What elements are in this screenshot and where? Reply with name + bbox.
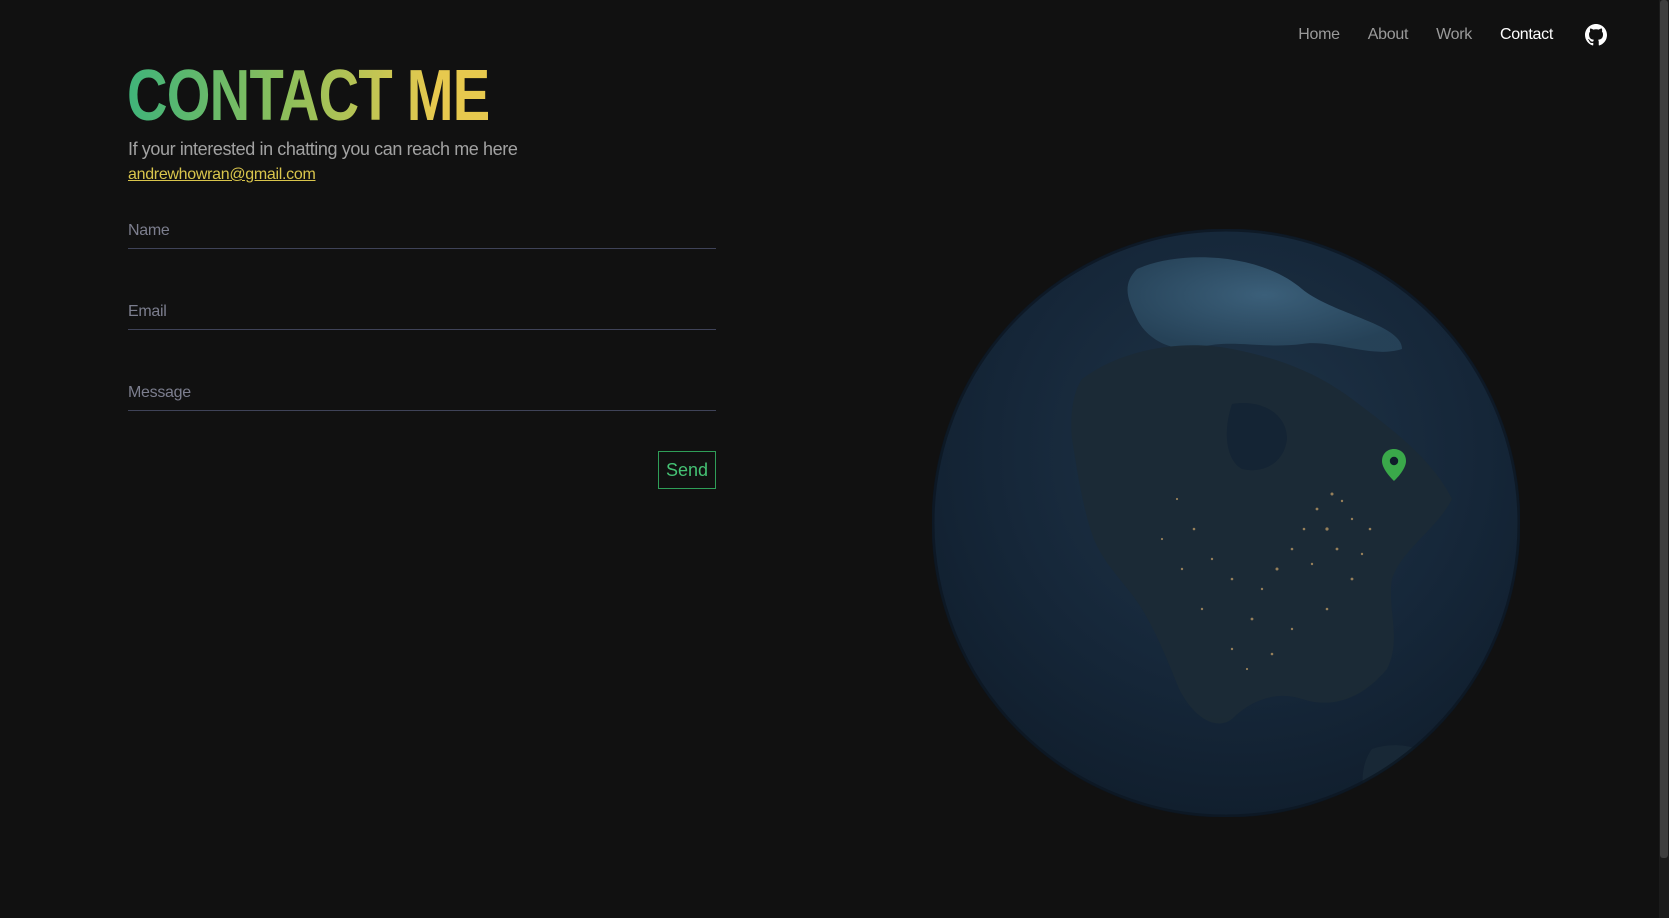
nav-about[interactable]: About (1368, 26, 1409, 44)
name-field (128, 222, 716, 249)
name-input[interactable] (128, 222, 716, 248)
nav-home[interactable]: Home (1298, 26, 1340, 44)
github-icon[interactable] (1585, 24, 1607, 46)
email-input[interactable] (128, 303, 716, 329)
globe-graphic (932, 229, 1520, 817)
scrollbar-thumb[interactable] (1660, 0, 1668, 858)
nav-work[interactable]: Work (1436, 26, 1472, 44)
send-button[interactable]: Send (658, 451, 716, 489)
contact-page: Home About Work Contact CONTACT ME If yo… (0, 0, 1669, 918)
nav-contact[interactable]: Contact (1500, 26, 1553, 44)
top-nav: Home About Work Contact (1270, 24, 1607, 46)
earth-globe[interactable] (932, 229, 1520, 817)
message-input[interactable] (128, 384, 716, 410)
message-field (128, 384, 716, 411)
page-title: CONTACT ME (127, 56, 490, 136)
scrollbar[interactable] (1659, 0, 1669, 918)
contact-subtitle: If your interested in chatting you can r… (128, 139, 518, 159)
email-link[interactable]: andrewhowran@gmail.com (128, 166, 316, 184)
email-field (128, 303, 716, 330)
